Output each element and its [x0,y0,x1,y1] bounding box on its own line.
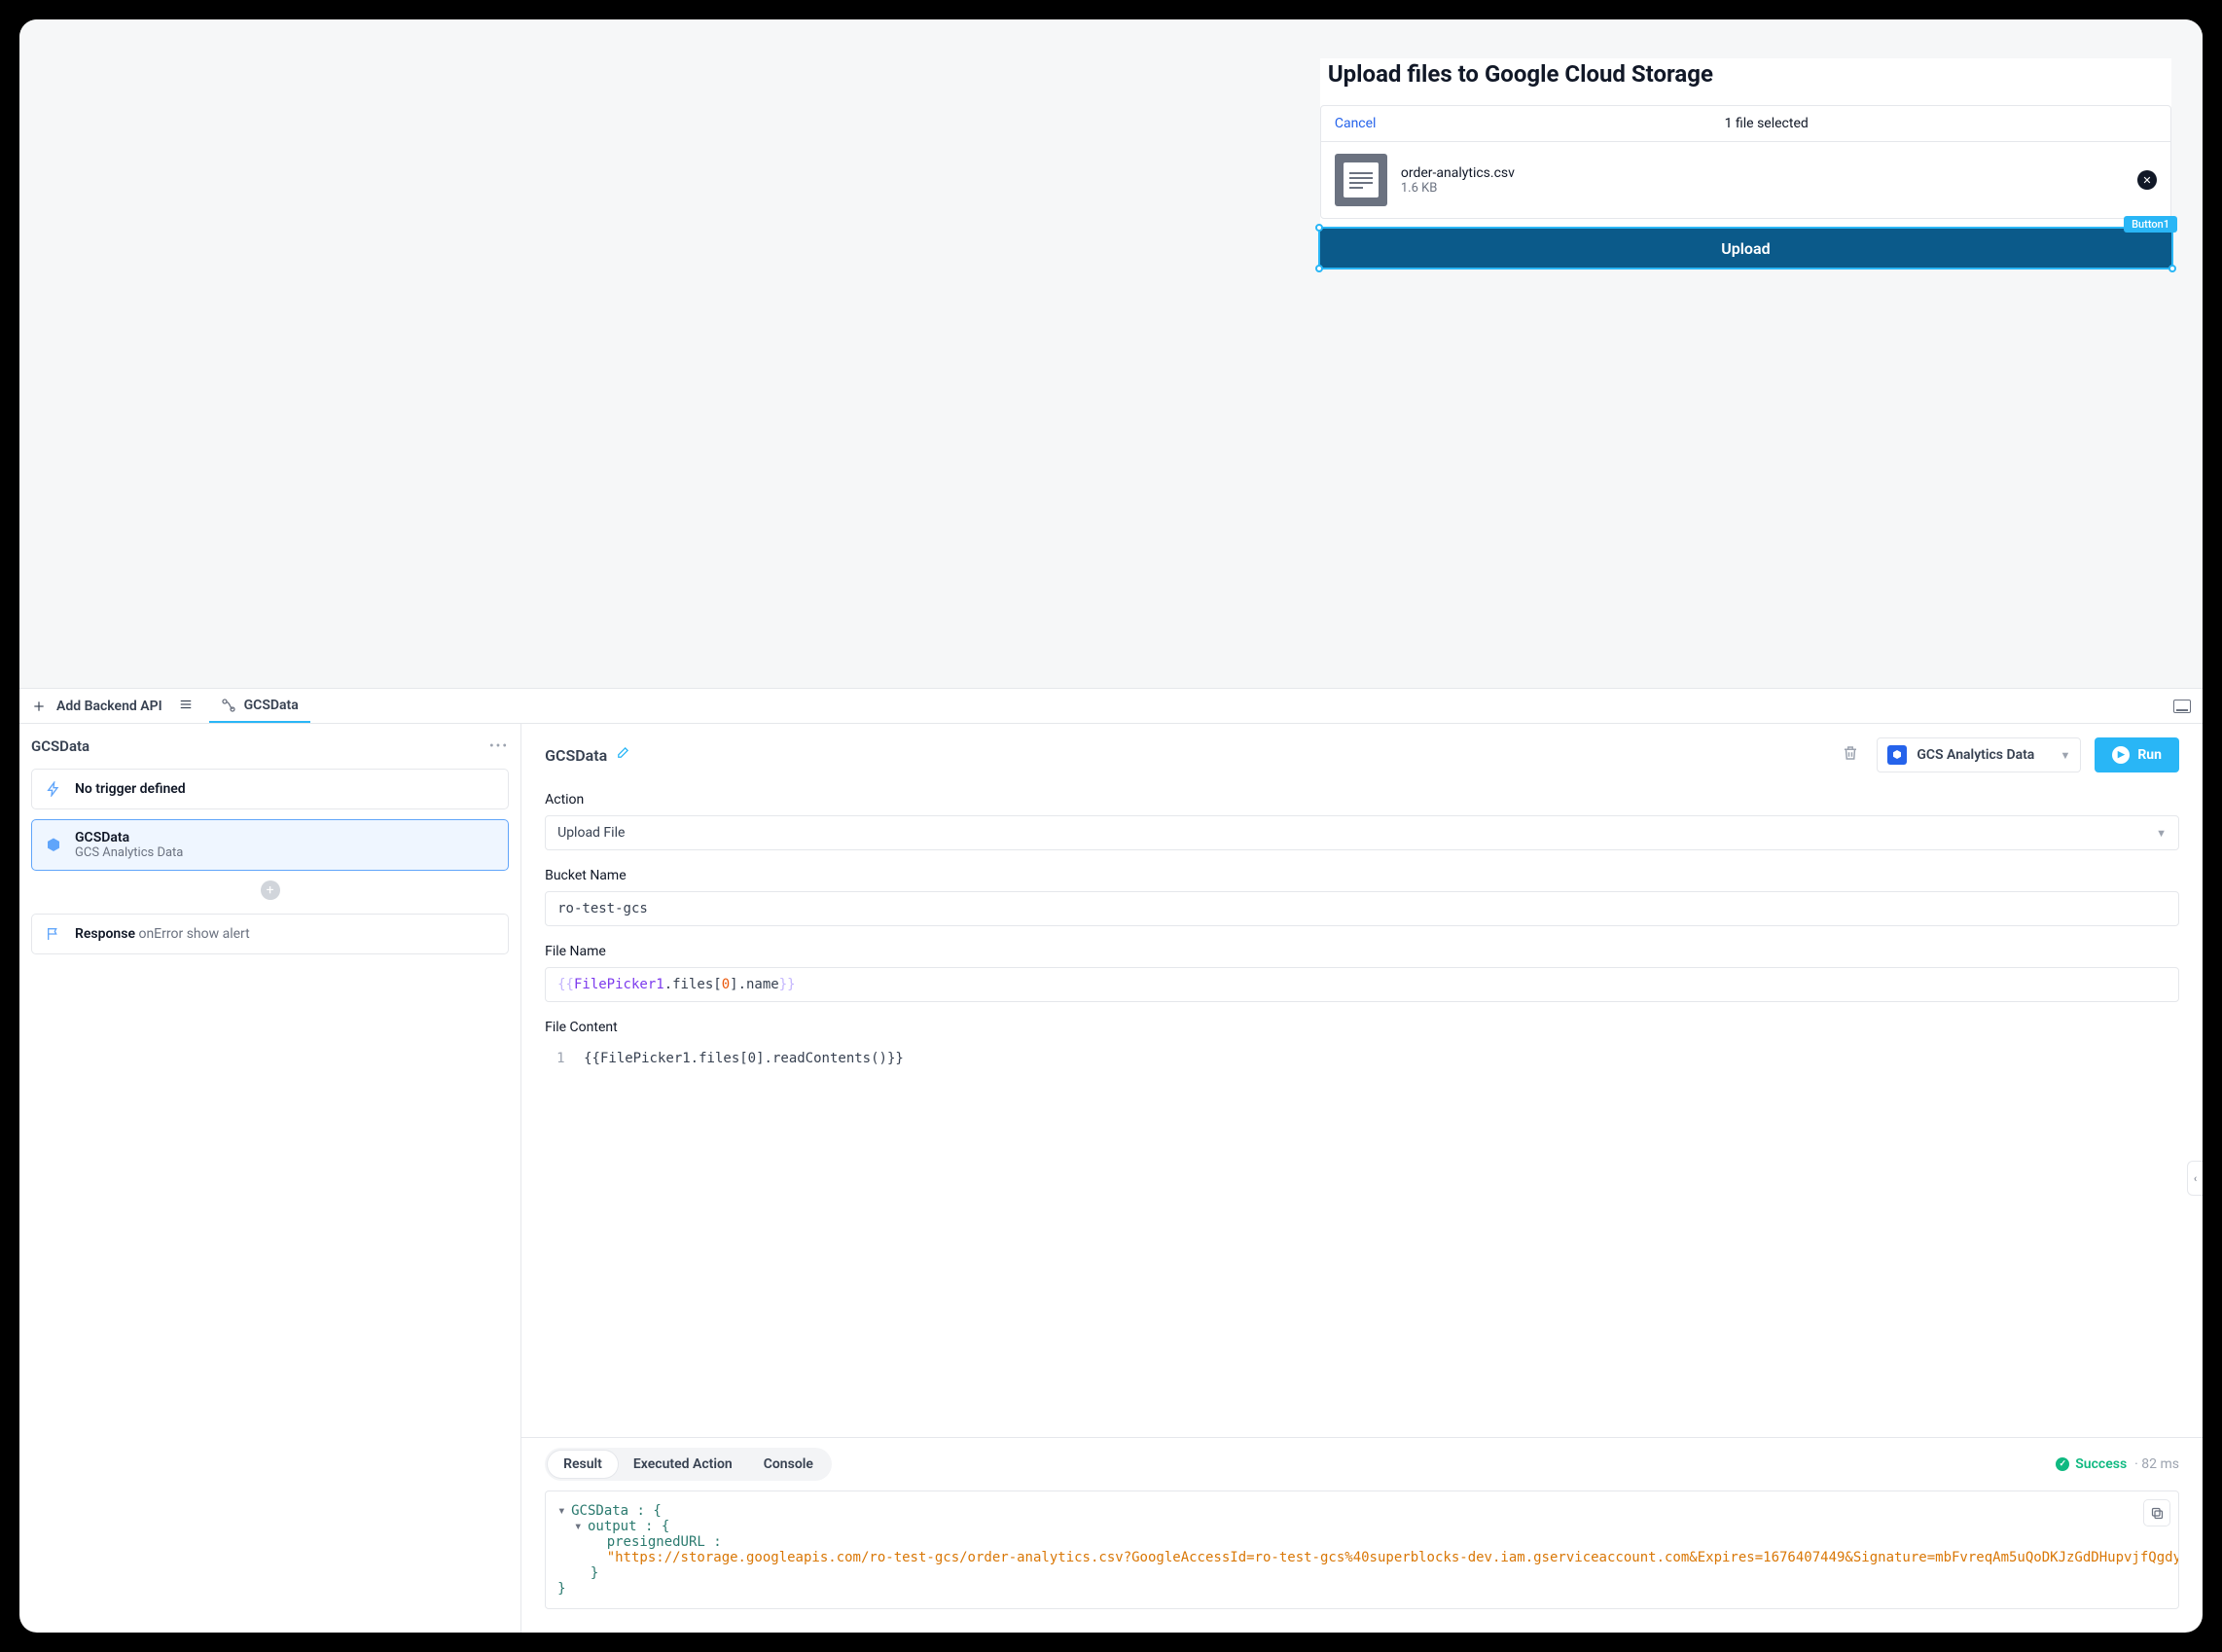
remove-file-button[interactable]: ✕ [2137,170,2157,190]
file-meta: order-analytics.csv 1.6 KB [1401,165,2124,196]
result-json: ▾ GCSData : { ▾ output : { presignedURL … [545,1490,2179,1609]
pipeline-title: GCSData [31,737,90,755]
step-integration: GCS Analytics Data [75,845,183,860]
upload-card: Upload files to Google Cloud Storage Can… [1320,58,2171,268]
upload-title: Upload files to Google Cloud Storage [1320,58,2171,105]
add-step-button[interactable]: + [261,880,280,900]
file-row: order-analytics.csv 1.6 KB ✕ [1321,142,2170,218]
bucket-input[interactable]: ro-test-gcs [545,891,2179,926]
response-sub: onError show alert [138,926,249,942]
line-number: 1 [556,1051,566,1066]
gcs-icon [1887,745,1907,765]
api-tabs-row: Add Backend API GCSData [19,689,2203,724]
upload-button[interactable]: Upload [1320,229,2171,268]
run-button[interactable]: ▶ Run [2095,737,2179,772]
action-value: Upload File [557,825,625,841]
action-label: Action [545,792,2179,808]
add-backend-api-button[interactable]: Add Backend API [56,699,162,714]
action-select[interactable]: Upload File ▼ [545,815,2179,850]
timing-text: · 82 ms [2134,1456,2179,1472]
resize-handle-icon[interactable] [2168,265,2176,272]
resize-handle-icon[interactable] [1315,224,1323,232]
tab-executed-action[interactable]: Executed Action [618,1451,748,1478]
lightning-icon [44,779,63,799]
filecontent-expression: {{FilePicker1.files[0].readContents()}} [584,1051,904,1066]
copy-icon[interactable] [2143,1499,2170,1526]
file-name: order-analytics.csv [1401,165,2124,181]
trigger-label: No trigger defined [75,781,186,797]
response-node[interactable]: Response onError show alert [31,914,509,954]
api-tab-gcsdata[interactable]: GCSData [209,689,310,723]
plus-icon[interactable] [31,699,47,714]
filename-input[interactable]: {{FilePicker1.files[0].name}} [545,967,2179,1002]
chevron-down-icon: ▼ [2060,749,2070,762]
bucket-value: ro-test-gcs [557,901,648,916]
upload-button-label: Upload [1721,239,1770,258]
filename-label: File Name [545,944,2179,959]
step-node-gcsdata[interactable]: GCSData GCS Analytics Data [31,819,509,871]
canvas-area: Upload files to Google Cloud Storage Can… [19,19,2203,689]
right-drawer-toggle[interactable]: ‹ [2187,1161,2203,1196]
flag-icon [44,924,63,944]
resource-label: GCS Analytics Data [1917,747,2050,763]
api-tab-label: GCSData [244,698,299,713]
trigger-node[interactable]: No trigger defined [31,769,509,809]
pipeline-menu-icon[interactable]: ••• [489,738,509,754]
run-label: Run [2137,747,2162,763]
editor-area: GCSData ••• No trigger defined GCSData G… [19,724,2203,1633]
file-thumbnail-icon [1335,154,1387,206]
hexagon-icon [44,836,63,855]
app-frame: Upload files to Google Cloud Storage Can… [19,19,2203,1633]
edit-name-icon[interactable] [615,746,629,765]
results-header: Result Executed Action Console ✓ Success… [521,1437,2203,1490]
file-picker-status: 1 file selected [1725,116,1809,131]
step-name: GCSData [75,830,183,845]
tab-result[interactable]: Result [548,1451,618,1478]
filecontent-editor[interactable]: 1 {{FilePicker1.files[0].readContents()}… [545,1043,2179,1066]
result-tabs: Result Executed Action Console [545,1448,832,1481]
form-column: ‹ GCSData GCS Analytics Data [521,724,2203,1633]
upload-button-wrap: Button1 Upload [1320,229,2171,268]
play-icon: ▶ [2112,746,2130,764]
resource-select[interactable]: GCS Analytics Data ▼ [1877,737,2081,772]
api-tab-icon [221,698,236,713]
api-name: GCSData [545,746,607,765]
cancel-button[interactable]: Cancel [1335,116,1377,131]
check-icon: ✓ [2056,1457,2069,1471]
filecontent-label: File Content [545,1020,2179,1035]
api-list-icon[interactable] [172,698,199,715]
status-text: Success [2075,1456,2127,1472]
chevron-down-icon: ▼ [2156,827,2167,840]
status-badge: ✓ Success [2056,1456,2127,1472]
tab-console[interactable]: Console [748,1451,829,1478]
pipeline-panel: GCSData ••• No trigger defined GCSData G… [19,724,521,1633]
collapse-panel-icon[interactable] [2173,700,2191,713]
file-picker-header: Cancel 1 file selected [1321,106,2170,142]
response-label: Response [75,926,135,942]
file-picker: Cancel 1 file selected order-analytics.c… [1320,105,2171,219]
delete-icon[interactable] [1842,744,1859,766]
file-size: 1.6 KB [1401,181,2124,196]
bucket-label: Bucket Name [545,868,2179,883]
selection-badge: Button1 [2124,216,2177,233]
resize-handle-icon[interactable] [1315,265,1323,272]
